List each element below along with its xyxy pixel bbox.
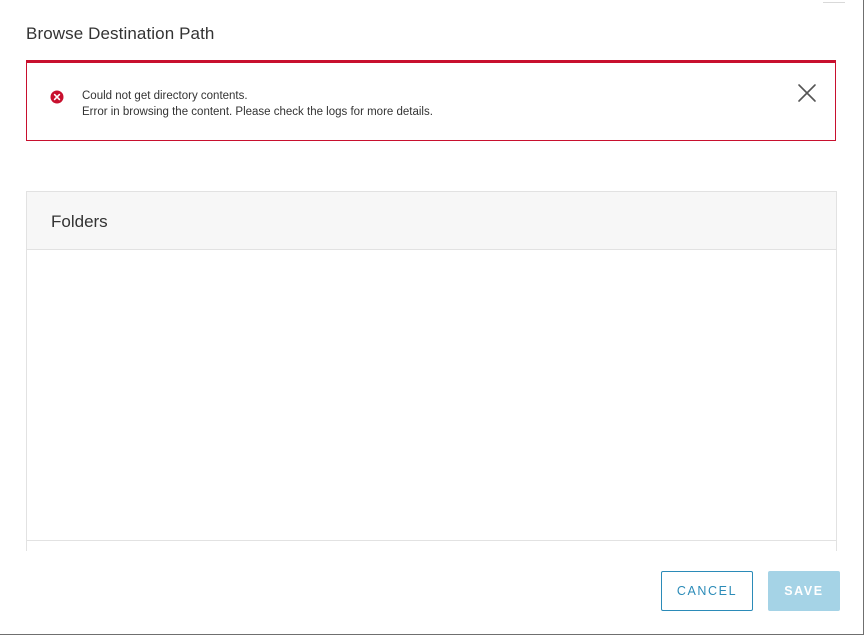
error-circle-icon <box>50 90 64 104</box>
close-icon[interactable] <box>797 83 817 103</box>
panel-divider <box>27 540 836 541</box>
alert-message-line-1: Could not get directory contents. <box>82 88 433 104</box>
folders-list[interactable] <box>27 250 836 540</box>
folders-panel: Folders <box>26 191 837 551</box>
cancel-button[interactable]: CANCEL <box>661 571 753 611</box>
folders-panel-header: Folders <box>27 192 836 250</box>
dialog-title: Browse Destination Path <box>26 24 214 44</box>
alert-message-line-2: Error in browsing the content. Please ch… <box>82 104 433 120</box>
error-alert: Could not get directory contents. Error … <box>26 60 836 141</box>
top-edge-decoration <box>823 0 845 3</box>
save-button[interactable]: SAVE <box>768 571 840 611</box>
folders-panel-title: Folders <box>51 212 108 232</box>
browse-destination-dialog: Browse Destination Path Could not get di… <box>0 0 864 635</box>
alert-message: Could not get directory contents. Error … <box>82 88 433 120</box>
